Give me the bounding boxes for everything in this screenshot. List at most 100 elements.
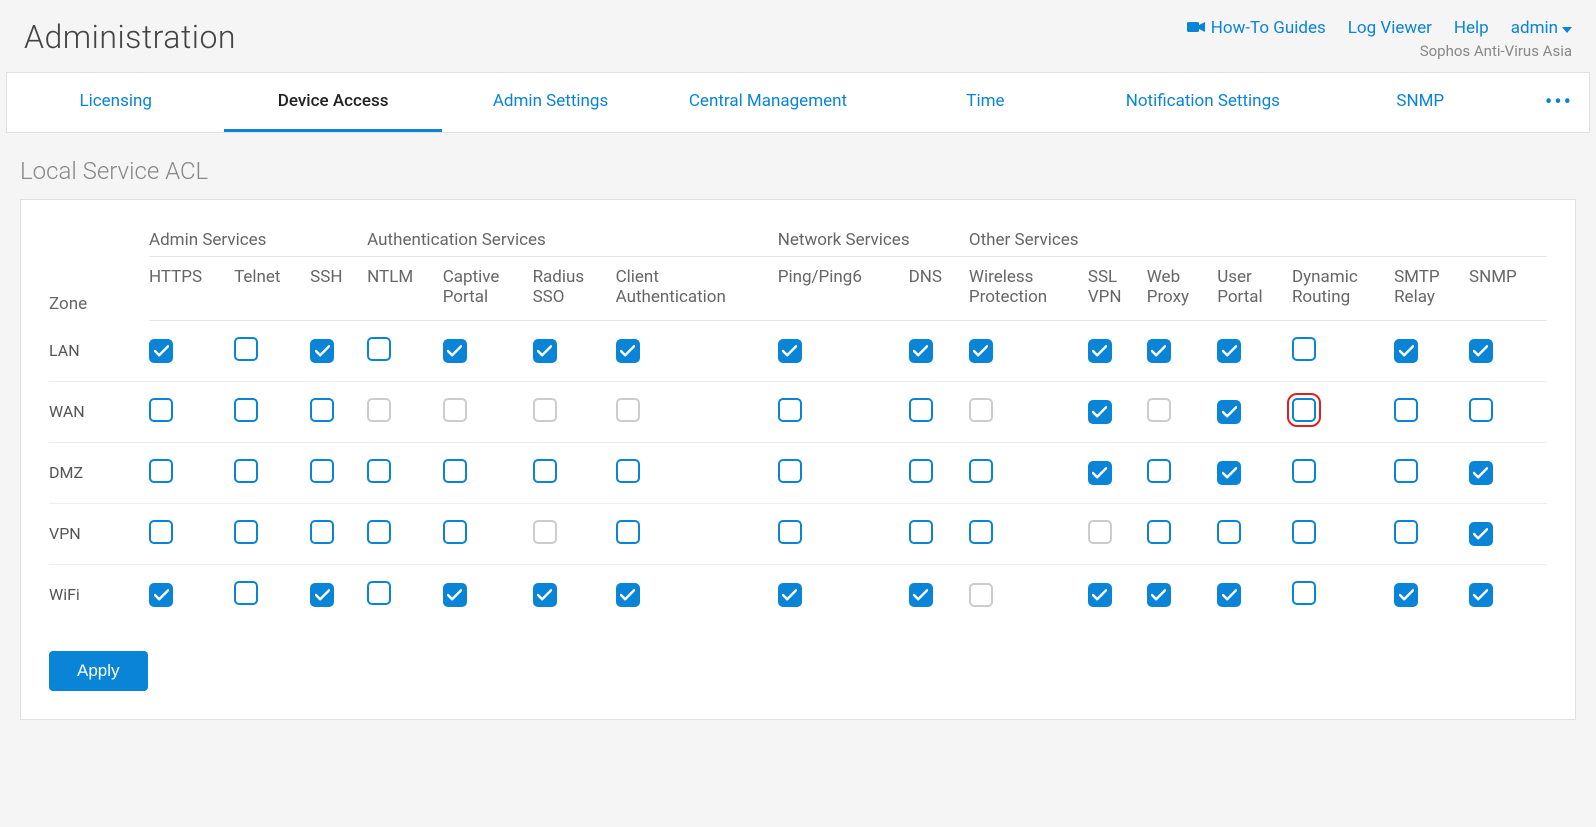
checkbox-wifi-ntlm[interactable] [367,581,391,605]
checkbox-wan-smtp-relay[interactable] [1394,398,1418,422]
apply-button[interactable]: Apply [49,651,148,691]
checkbox-wan-ssl-vpn[interactable] [1088,400,1112,424]
checkbox-wifi-ssh[interactable] [310,583,334,607]
checkbox-lan-snmp[interactable] [1469,339,1493,363]
checkbox-lan-radius-sso[interactable] [533,339,557,363]
checkbox-vpn-wireless-protection[interactable] [969,520,993,544]
checkbox-wan-ssh[interactable] [310,398,334,422]
checkbox-wan-ping-ping6[interactable] [778,398,802,422]
tab-device-access[interactable]: Device Access [224,73,441,132]
checkbox-dmz-ping-ping6[interactable] [778,459,802,483]
tab-central-management[interactable]: Central Management [659,73,876,132]
checkbox-wifi-user-portal[interactable] [1217,583,1241,607]
checkbox-lan-dynamic-routing[interactable] [1292,337,1316,361]
tab-time[interactable]: Time [877,73,1094,132]
checkbox-wifi-captive-portal[interactable] [443,583,467,607]
checkbox-dmz-ssl-vpn[interactable] [1088,461,1112,485]
checkbox-wan-dynamic-routing[interactable] [1292,398,1316,422]
table-row: VPN [49,503,1547,564]
table-row: DMZ [49,442,1547,503]
help-link[interactable]: Help [1454,18,1489,38]
checkbox-lan-dns[interactable] [909,339,933,363]
checkbox-wifi-snmp[interactable] [1469,583,1493,607]
checkbox-wifi-ping-ping6[interactable] [778,583,802,607]
checkbox-dmz-smtp-relay[interactable] [1394,459,1418,483]
tab-admin-settings[interactable]: Admin Settings [442,73,659,132]
tab-more[interactable]: ••• [1529,73,1589,132]
checkbox-wifi-dynamic-routing[interactable] [1292,581,1316,605]
column-header: HTTPS [149,257,234,321]
checkbox-vpn-ntlm[interactable] [367,520,391,544]
checkbox-vpn-snmp[interactable] [1469,522,1493,546]
checkbox-wifi-wireless-protection [969,583,993,607]
checkbox-lan-telnet[interactable] [234,337,258,361]
checkbox-wifi-radius-sso[interactable] [533,583,557,607]
checkbox-dmz-wireless-protection[interactable] [969,459,993,483]
log-viewer-link[interactable]: Log Viewer [1348,18,1432,38]
checkbox-wifi-ssl-vpn[interactable] [1088,583,1112,607]
checkbox-dmz-https[interactable] [149,459,173,483]
tab-licensing[interactable]: Licensing [7,73,224,132]
checkbox-dmz-dynamic-routing[interactable] [1292,459,1316,483]
checkbox-vpn-telnet[interactable] [234,520,258,544]
table-row: WiFi [49,564,1547,625]
checkbox-vpn-ssl-vpn [1088,520,1112,544]
checkbox-vpn-dynamic-routing[interactable] [1292,520,1316,544]
checkbox-lan-ping-ping6[interactable] [778,339,802,363]
group-header: Authentication Services [367,224,778,257]
column-header: WirelessProtection [969,257,1088,321]
checkbox-dmz-snmp[interactable] [1469,461,1493,485]
checkbox-lan-ssl-vpn[interactable] [1088,339,1112,363]
howto-guides-link[interactable]: How-To Guides [1187,18,1326,38]
column-header: UserPortal [1217,257,1292,321]
checkbox-dmz-captive-portal[interactable] [443,459,467,483]
checkbox-lan-client-authentication[interactable] [616,339,640,363]
checkbox-wifi-smtp-relay[interactable] [1394,583,1418,607]
checkbox-lan-user-portal[interactable] [1217,339,1241,363]
checkbox-wifi-client-authentication[interactable] [616,583,640,607]
checkbox-vpn-dns[interactable] [909,520,933,544]
checkbox-wifi-web-proxy[interactable] [1147,583,1171,607]
checkbox-lan-ssh[interactable] [310,339,334,363]
admin-label: admin [1511,18,1558,38]
checkbox-vpn-ssh[interactable] [310,520,334,544]
checkbox-wan-https[interactable] [149,398,173,422]
checkbox-vpn-client-authentication[interactable] [616,520,640,544]
checkbox-vpn-ping-ping6[interactable] [778,520,802,544]
checkbox-vpn-web-proxy[interactable] [1147,520,1171,544]
checkbox-vpn-https[interactable] [149,520,173,544]
checkbox-lan-https[interactable] [149,339,173,363]
checkbox-lan-ntlm[interactable] [367,337,391,361]
checkbox-wifi-dns[interactable] [909,583,933,607]
column-header: RadiusSSO [533,257,616,321]
checkbox-wan-snmp[interactable] [1469,398,1493,422]
checkbox-dmz-ssh[interactable] [310,459,334,483]
checkbox-wan-user-portal[interactable] [1217,400,1241,424]
checkbox-wan-dns[interactable] [909,398,933,422]
checkbox-dmz-user-portal[interactable] [1217,461,1241,485]
checkbox-lan-web-proxy[interactable] [1147,339,1171,363]
checkbox-dmz-radius-sso[interactable] [533,459,557,483]
zone-header: Zone [49,224,149,320]
checkbox-dmz-telnet[interactable] [234,459,258,483]
acl-panel: ZoneAdmin ServicesAuthentication Service… [20,199,1576,720]
checkbox-vpn-smtp-relay[interactable] [1394,520,1418,544]
column-header: WebProxy [1147,257,1218,321]
tab-snmp[interactable]: SNMP [1312,73,1529,132]
checkbox-lan-smtp-relay[interactable] [1394,339,1418,363]
checkbox-wan-telnet[interactable] [234,398,258,422]
checkbox-lan-wireless-protection[interactable] [969,339,993,363]
checkbox-wifi-telnet[interactable] [234,581,258,605]
checkbox-vpn-user-portal[interactable] [1217,520,1241,544]
checkbox-wan-wireless-protection [969,398,993,422]
checkbox-dmz-web-proxy[interactable] [1147,459,1171,483]
checkbox-dmz-dns[interactable] [909,459,933,483]
checkbox-vpn-captive-portal[interactable] [443,520,467,544]
tab-notification-settings[interactable]: Notification Settings [1094,73,1311,132]
checkbox-wifi-https[interactable] [149,583,173,607]
column-header: Telnet [234,257,310,321]
checkbox-lan-captive-portal[interactable] [443,339,467,363]
checkbox-dmz-ntlm[interactable] [367,459,391,483]
checkbox-dmz-client-authentication[interactable] [616,459,640,483]
admin-dropdown[interactable]: admin [1511,18,1572,38]
